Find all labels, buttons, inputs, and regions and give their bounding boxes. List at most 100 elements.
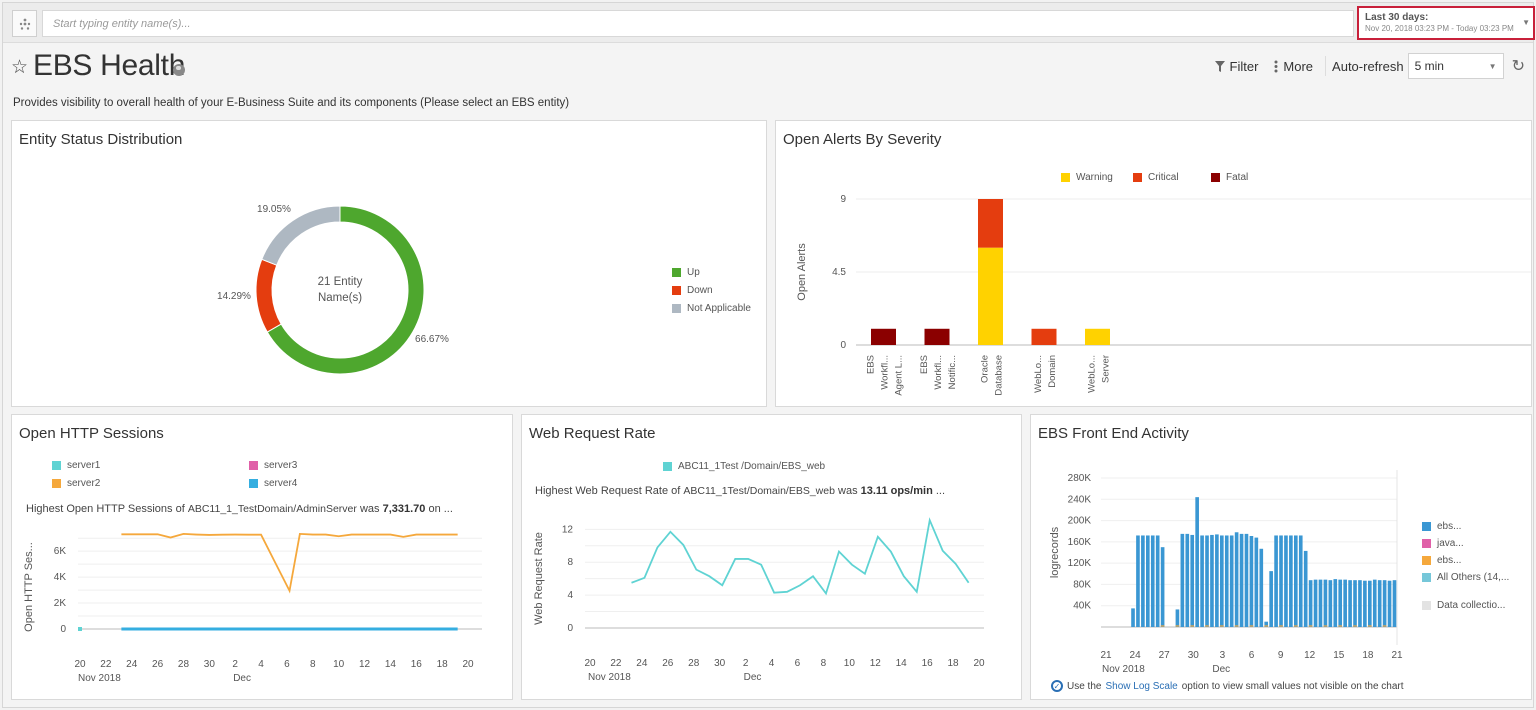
x-tick-label: 16 [922,658,934,669]
activity-bar [1348,580,1352,627]
x-tick-label: 26 [662,658,674,669]
x-tick-label: 20 [462,659,474,670]
donut-data-label: 66.67% [415,334,449,345]
bar-critical [978,199,1003,248]
legend-label: Critical [1148,172,1179,183]
web-request-rate-line-chart: 04812Web Request Rate20 22 24 26 28 30 2 4 6 8 10 1… [533,517,985,683]
activity-bar-minor [1338,625,1343,627]
refresh-icon[interactable]: ↻ [1512,56,1525,76]
legend-swatch [672,268,681,277]
show-log-scale-link[interactable]: Show Log Scale [1105,681,1177,692]
star-icon[interactable]: ☆ [11,56,28,79]
x-tick-label: 20 [584,658,596,669]
y-tick-label: 240K [1068,494,1092,505]
activity-bar [1387,580,1392,627]
legend-label: Fatal [1226,172,1249,183]
x-tick-label: 21 [1100,650,1112,661]
activity-bar [1323,579,1328,627]
auto-refresh-value: 5 min [1414,59,1444,73]
activity-bar [1382,580,1387,627]
activity-bar [1205,535,1209,627]
activity-bar [1190,534,1195,627]
x-tick-label: 4 [769,658,775,669]
legend-label: All Others (14,... [1437,572,1510,583]
auto-refresh-select[interactable]: 5 min ▼ [1407,53,1504,79]
x-tick-label: WebLo... [1033,355,1044,393]
y-axis-label: Web Request Rate [533,532,545,625]
activity-bar [1215,534,1219,627]
page-frame: Last 30 days: Nov 20, 2018 03:23 PM - To… [2,2,1535,708]
x-tick-label: 12 [359,659,371,670]
legend-item-critical[interactable]: Critical [1133,172,1179,183]
toolbar: Filter More Auto-refresh 5 min ▼ ↻ [1207,53,1525,79]
y-axis-label: Open HTTP Ses... [23,542,35,632]
legend-item-front-2[interactable]: ebs... [1422,555,1461,566]
activity-bar [1210,534,1214,627]
y-tick-label: 0 [567,623,573,634]
legend-item-front-4[interactable]: Data collectio... [1422,600,1505,611]
x-tick-label: 6 [284,659,290,670]
legend-item-down[interactable]: Down [672,285,713,296]
x-tick-label: 6 [1249,650,1255,661]
legend-item-warning[interactable]: Warning [1061,172,1113,183]
activity-bar-minor [1308,625,1313,627]
activity-bar [1175,609,1180,627]
legend-item-not-applicable[interactable]: Not Applicable [672,303,751,314]
activity-bar [1249,536,1254,627]
more-button[interactable]: More [1266,59,1321,74]
y-tick-label: 12 [562,524,574,535]
x-sub-label: Nov 2018 [78,673,121,684]
toolbar-divider [1325,56,1327,76]
y-tick-label: 280K [1068,473,1092,484]
entity-search-input[interactable] [43,11,1353,36]
bar-critical [1031,328,1057,345]
x-tick-label: Workfl... [933,355,944,390]
activity-bar [1180,533,1185,627]
bar-fatal [924,328,950,345]
x-tick-label: 18 [1362,650,1374,661]
legend-label: Data collectio... [1437,600,1506,611]
note-suffix: option to view small values not visible … [1181,680,1404,692]
y-tick-label: 4 [567,590,573,601]
activity-bar [1185,533,1190,627]
activity-bar [1303,550,1308,627]
activity-bar-minor [1294,625,1298,627]
activity-bar [1284,535,1288,627]
activity-bar [1146,535,1150,627]
entity-selector-button[interactable] [12,10,37,37]
activity-bar-minor [1264,625,1269,627]
legend-item-up[interactable]: Up [672,267,700,278]
top-bar: Last 30 days: Nov 20, 2018 03:23 PM - To… [3,3,1535,43]
x-tick-label: 20 [973,658,985,669]
legend-item-front-0[interactable]: ebs... [1422,521,1461,532]
x-tick-label: 9 [1278,650,1284,661]
activity-bar-minor [1353,625,1357,627]
legend-swatch [1133,173,1142,182]
globe-icon[interactable] [173,64,185,76]
legend-item-fatal[interactable]: Fatal [1211,172,1248,183]
x-tick-label: 22 [610,658,622,669]
legend-label: Warning [1076,172,1113,183]
activity-bar [1392,580,1397,627]
y-axis-label: logrecords [1049,526,1061,578]
legend-item-front-3[interactable]: All Others (14,... [1422,572,1509,583]
legend-item-front-1[interactable]: java... [1422,538,1464,549]
legend-label: ebs... [1437,555,1462,566]
activity-bar [1136,535,1140,627]
activity-bar [1274,535,1278,627]
activity-bar [1313,579,1318,627]
time-range-selector[interactable]: Last 30 days: Nov 20, 2018 03:23 PM - To… [1357,6,1535,40]
donut-data-label: 19.05% [257,204,291,215]
activity-bar [1195,497,1199,627]
x-tick-label: 28 [688,658,700,669]
x-tick-label: 10 [333,659,345,670]
activity-bar-minor [1382,625,1387,627]
x-tick-label: 27 [1159,650,1171,661]
x-tick-label: EBS [866,355,877,374]
x-tick-label: 26 [152,659,164,670]
filter-button[interactable]: Filter [1207,59,1267,74]
legend-swatch [1422,556,1431,565]
activity-bar [1131,608,1135,627]
open-http-sessions-panel: Open HTTP Sessions server1 server2 server3… [11,414,513,700]
legend-label: Down [687,285,713,296]
